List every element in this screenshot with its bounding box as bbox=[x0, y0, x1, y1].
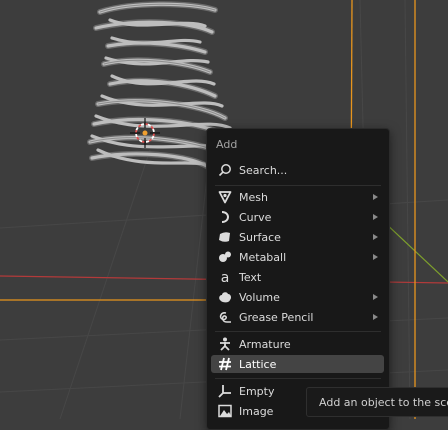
tooltip: Add an object to the sce bbox=[306, 387, 448, 417]
menu-item-search[interactable]: Search... bbox=[211, 161, 384, 179]
surface-icon bbox=[217, 229, 233, 245]
menu-item-label: Grease Pencil bbox=[239, 310, 314, 324]
menu-item-curve[interactable]: Curve bbox=[211, 208, 384, 226]
search-icon bbox=[217, 162, 233, 178]
menu-item-text[interactable]: a Text bbox=[211, 268, 384, 286]
menu-item-label: Volume bbox=[239, 290, 280, 304]
empty-icon bbox=[217, 383, 233, 399]
submenu-arrow-icon bbox=[373, 234, 378, 240]
menu-divider bbox=[215, 185, 381, 186]
mesh-icon bbox=[217, 189, 233, 205]
menu-item-grease-pencil[interactable]: Grease Pencil bbox=[211, 308, 384, 326]
grease-pencil-icon bbox=[217, 309, 233, 325]
menu-item-label: Metaball bbox=[239, 250, 287, 264]
menu-item-label: Surface bbox=[239, 230, 281, 244]
menu-item-label: Armature bbox=[239, 337, 291, 351]
lattice-icon bbox=[217, 356, 233, 372]
add-menu: Add Search... Mesh Curve Surface Metabal… bbox=[206, 128, 390, 430]
text-icon: a bbox=[217, 269, 233, 285]
image-icon bbox=[217, 403, 233, 419]
menu-item-label: Search... bbox=[239, 163, 288, 177]
submenu-arrow-icon bbox=[373, 314, 378, 320]
menu-item-lattice[interactable]: Lattice bbox=[211, 355, 384, 373]
svg-text:a: a bbox=[221, 270, 230, 284]
menu-item-label: Lattice bbox=[239, 357, 277, 371]
submenu-arrow-icon bbox=[373, 254, 378, 260]
menu-item-label: Curve bbox=[239, 210, 272, 224]
menu-item-volume[interactable]: Volume bbox=[211, 288, 384, 306]
menu-divider bbox=[215, 331, 381, 332]
menu-item-mesh[interactable]: Mesh bbox=[211, 188, 384, 206]
submenu-arrow-icon bbox=[373, 294, 378, 300]
curve-icon bbox=[217, 209, 233, 225]
volume-icon bbox=[217, 289, 233, 305]
menu-item-armature[interactable]: Armature bbox=[211, 335, 384, 353]
metaball-icon bbox=[217, 249, 233, 265]
menu-title: Add bbox=[216, 138, 238, 151]
menu-item-surface[interactable]: Surface bbox=[211, 228, 384, 246]
armature-icon bbox=[217, 336, 233, 352]
menu-item-metaball[interactable]: Metaball bbox=[211, 248, 384, 266]
menu-divider bbox=[215, 378, 381, 379]
submenu-arrow-icon bbox=[373, 214, 378, 220]
menu-item-label: Mesh bbox=[239, 190, 268, 204]
menu-item-label: Text bbox=[239, 270, 262, 284]
submenu-arrow-icon bbox=[373, 194, 378, 200]
